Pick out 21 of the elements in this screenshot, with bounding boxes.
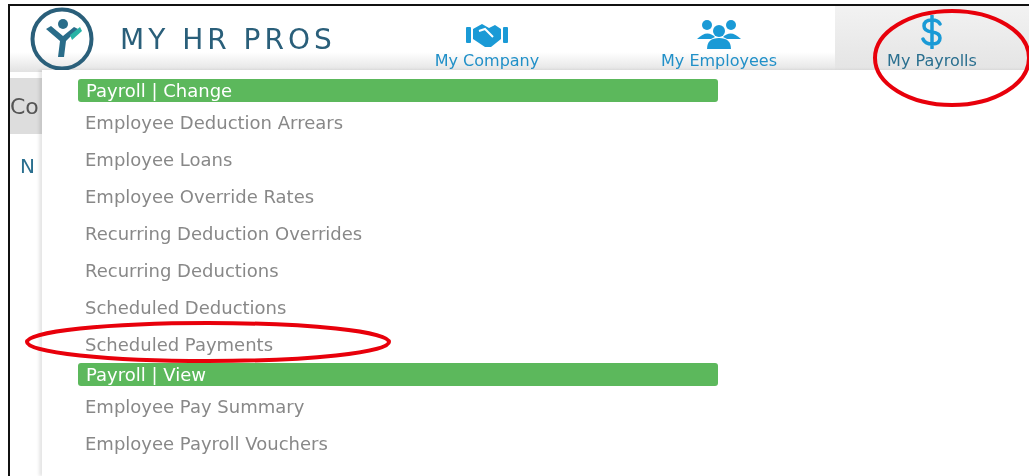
logo-icon: [30, 7, 94, 71]
nav-tab[interactable]: My Employees: [603, 6, 835, 72]
section-heading: N: [20, 154, 35, 178]
logo-text: MY HR PROS: [120, 22, 336, 56]
handshake-icon: [465, 21, 509, 49]
menu-section-header: Payroll | View: [78, 363, 718, 386]
nav-tab[interactable]: My Payrolls: [835, 6, 1029, 72]
menu-item[interactable]: Employee Payroll Vouchers: [78, 425, 328, 462]
menu-item[interactable]: Scheduled Payments: [78, 326, 274, 363]
menu-item[interactable]: Employee Deduction Arrears: [78, 104, 344, 141]
menu-item[interactable]: Employee Override Rates: [78, 178, 315, 215]
people-icon: [697, 19, 741, 49]
menu-item[interactable]: Recurring Deductions: [78, 252, 279, 289]
menu-section-header: Payroll | Change: [78, 79, 718, 102]
dollar-icon: [920, 15, 944, 49]
menu-item[interactable]: Scheduled Deductions: [78, 289, 287, 326]
page-title: Co: [10, 93, 39, 119]
menu-item[interactable]: Employee Loans: [78, 141, 233, 178]
menu-item[interactable]: Recurring Deduction Overrides: [78, 215, 363, 252]
menu-item[interactable]: Employee Pay Summary: [78, 388, 305, 425]
nav-tab[interactable]: My Company: [371, 6, 603, 72]
